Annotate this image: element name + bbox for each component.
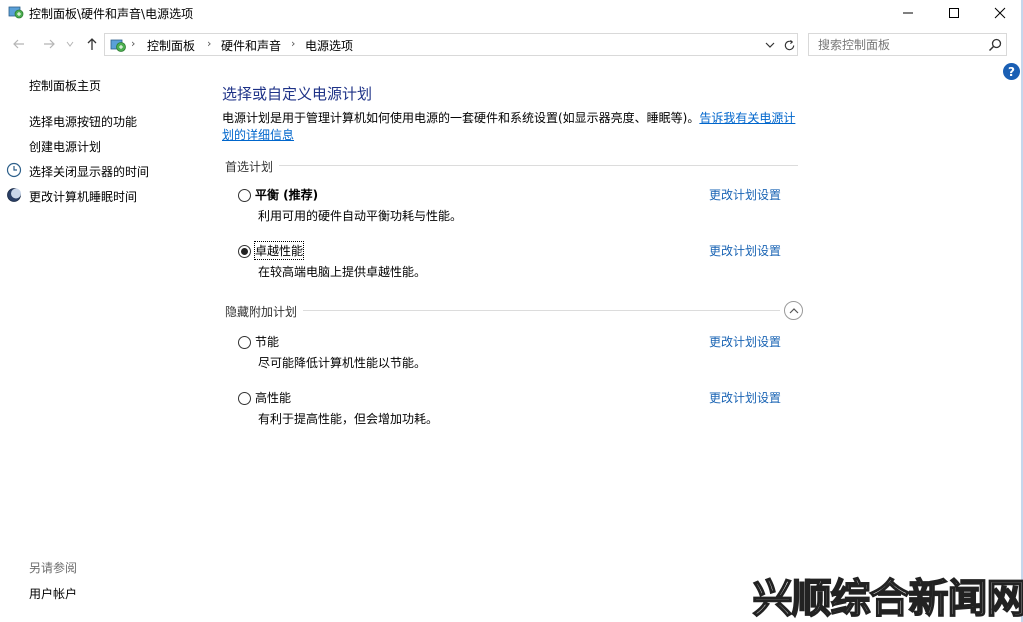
refresh-icon	[784, 39, 794, 50]
title-bar: 控制面板\硬件和声音\电源选项	[0, 0, 1023, 26]
hidden-plans-header: 隐藏附加计划	[225, 305, 298, 319]
back-button[interactable]	[9, 34, 29, 54]
control-panel-icon	[8, 6, 24, 19]
control-panel-home-link[interactable]: 控制面板主页	[29, 77, 101, 94]
display-timer-icon	[6, 162, 22, 178]
sidebar-item-create-plan[interactable]: 创建电源计划	[29, 138, 101, 155]
sleep-moon-icon	[7, 188, 21, 202]
plan-high-performance: 高性能 有利于提高性能，但会增加功耗。 更改计划设置	[238, 389, 798, 429]
up-button[interactable]	[82, 34, 102, 54]
description-text: 电源计划是用于管理计算机如何使用电源的一套硬件和系统设置(如显示器亮度、睡眠等)…	[222, 111, 700, 125]
plan-ultimate-performance-change-settings-link[interactable]: 更改计划设置	[709, 242, 781, 259]
page-description: 电源计划是用于管理计算机如何使用电源的一套硬件和系统设置(如显示器亮度、睡眠等)…	[222, 110, 802, 144]
watermark: 兴顺综合新闻网	[752, 575, 1023, 622]
arrow-right-icon	[44, 39, 55, 49]
chevron-up-icon	[789, 307, 798, 313]
sidebar-item-power-button[interactable]: 选择电源按钮的功能	[29, 113, 137, 130]
plan-balanced-description: 利用可用的硬件自动平衡功耗与性能。	[258, 209, 463, 223]
plan-high-performance-name[interactable]: 高性能	[255, 389, 291, 406]
plan-power-saver-name[interactable]: 节能	[255, 333, 279, 350]
breadcrumb-control-panel[interactable]: 控制面板	[147, 37, 195, 54]
arrow-left-icon	[13, 39, 24, 49]
left-pane: 控制面板主页 选择电源按钮的功能 创建电源计划 选择关闭显示器的时间 更改计算机…	[0, 60, 210, 622]
search-box	[808, 33, 1007, 56]
address-dropdown-button[interactable]	[763, 37, 777, 53]
plan-balanced-change-settings-link[interactable]: 更改计划设置	[709, 186, 781, 203]
close-icon	[994, 7, 1006, 19]
plan-ultimate-performance: 卓越性能 在较高端电脑上提供卓越性能。 更改计划设置	[238, 241, 798, 282]
plan-balanced-name[interactable]: 平衡 (推荐)	[255, 186, 318, 203]
plan-ultimate-performance-radio[interactable]	[238, 245, 251, 258]
chevron-down-icon	[66, 41, 74, 47]
address-bar[interactable]: › 控制面板 › 硬件和声音 › 电源选项	[104, 33, 798, 56]
chevron-right-icon: ›	[131, 37, 136, 50]
search-input[interactable]	[809, 34, 979, 55]
forward-button[interactable]	[39, 34, 59, 54]
refresh-button[interactable]	[781, 36, 797, 54]
see-also-header: 另请参阅	[29, 561, 78, 575]
chevron-down-icon	[765, 42, 775, 48]
plan-power-saver-radio[interactable]	[238, 336, 251, 349]
plan-power-saver-description: 尽可能降低计算机性能以节能。	[258, 356, 427, 370]
breadcrumb-power-options[interactable]: 电源选项	[305, 37, 353, 54]
minimize-button[interactable]	[885, 0, 931, 26]
collapse-hidden-plans-button[interactable]	[784, 301, 803, 320]
control-panel-icon	[110, 39, 126, 52]
page-title: 选择或自定义电源计划	[222, 85, 373, 103]
close-button[interactable]	[977, 0, 1023, 26]
help-button[interactable]: ?	[1003, 63, 1020, 80]
recent-locations-button[interactable]	[64, 34, 76, 54]
plan-power-saver-change-settings-link[interactable]: 更改计划设置	[709, 333, 781, 350]
plan-high-performance-change-settings-link[interactable]: 更改计划设置	[709, 389, 781, 406]
chevron-right-icon: ›	[291, 37, 296, 50]
sidebar-item-display-off[interactable]: 选择关闭显示器的时间	[29, 163, 149, 180]
plan-balanced-radio[interactable]	[238, 189, 251, 202]
plan-ultimate-performance-name[interactable]: 卓越性能	[253, 241, 305, 260]
navigation-bar: › 控制面板 › 硬件和声音 › 电源选项	[0, 30, 1023, 58]
minimize-icon	[903, 12, 913, 14]
search-icon[interactable]	[987, 37, 1003, 53]
plan-ultimate-performance-description: 在较高端电脑上提供卓越性能。	[258, 265, 427, 279]
plan-high-performance-radio[interactable]	[238, 392, 251, 405]
user-accounts-link[interactable]: 用户帐户	[29, 585, 77, 602]
plan-balanced: 平衡 (推荐) 利用可用的硬件自动平衡功耗与性能。 更改计划设置	[238, 186, 798, 226]
maximize-icon	[949, 8, 959, 18]
chevron-right-icon: ›	[207, 37, 212, 50]
preferred-plans-header: 首选计划	[225, 160, 274, 174]
group-divider	[279, 165, 798, 166]
plan-high-performance-description: 有利于提高性能，但会增加功耗。	[258, 412, 439, 426]
arrow-up-icon	[87, 38, 97, 50]
breadcrumb-hardware-sound[interactable]: 硬件和声音	[221, 37, 281, 54]
maximize-button[interactable]	[931, 0, 977, 26]
window-title: 控制面板\硬件和声音\电源选项	[29, 7, 194, 21]
sidebar-item-sleep-time[interactable]: 更改计算机睡眠时间	[29, 188, 137, 205]
plan-power-saver: 节能 尽可能降低计算机性能以节能。 更改计划设置	[238, 333, 798, 373]
group-divider	[303, 310, 780, 311]
